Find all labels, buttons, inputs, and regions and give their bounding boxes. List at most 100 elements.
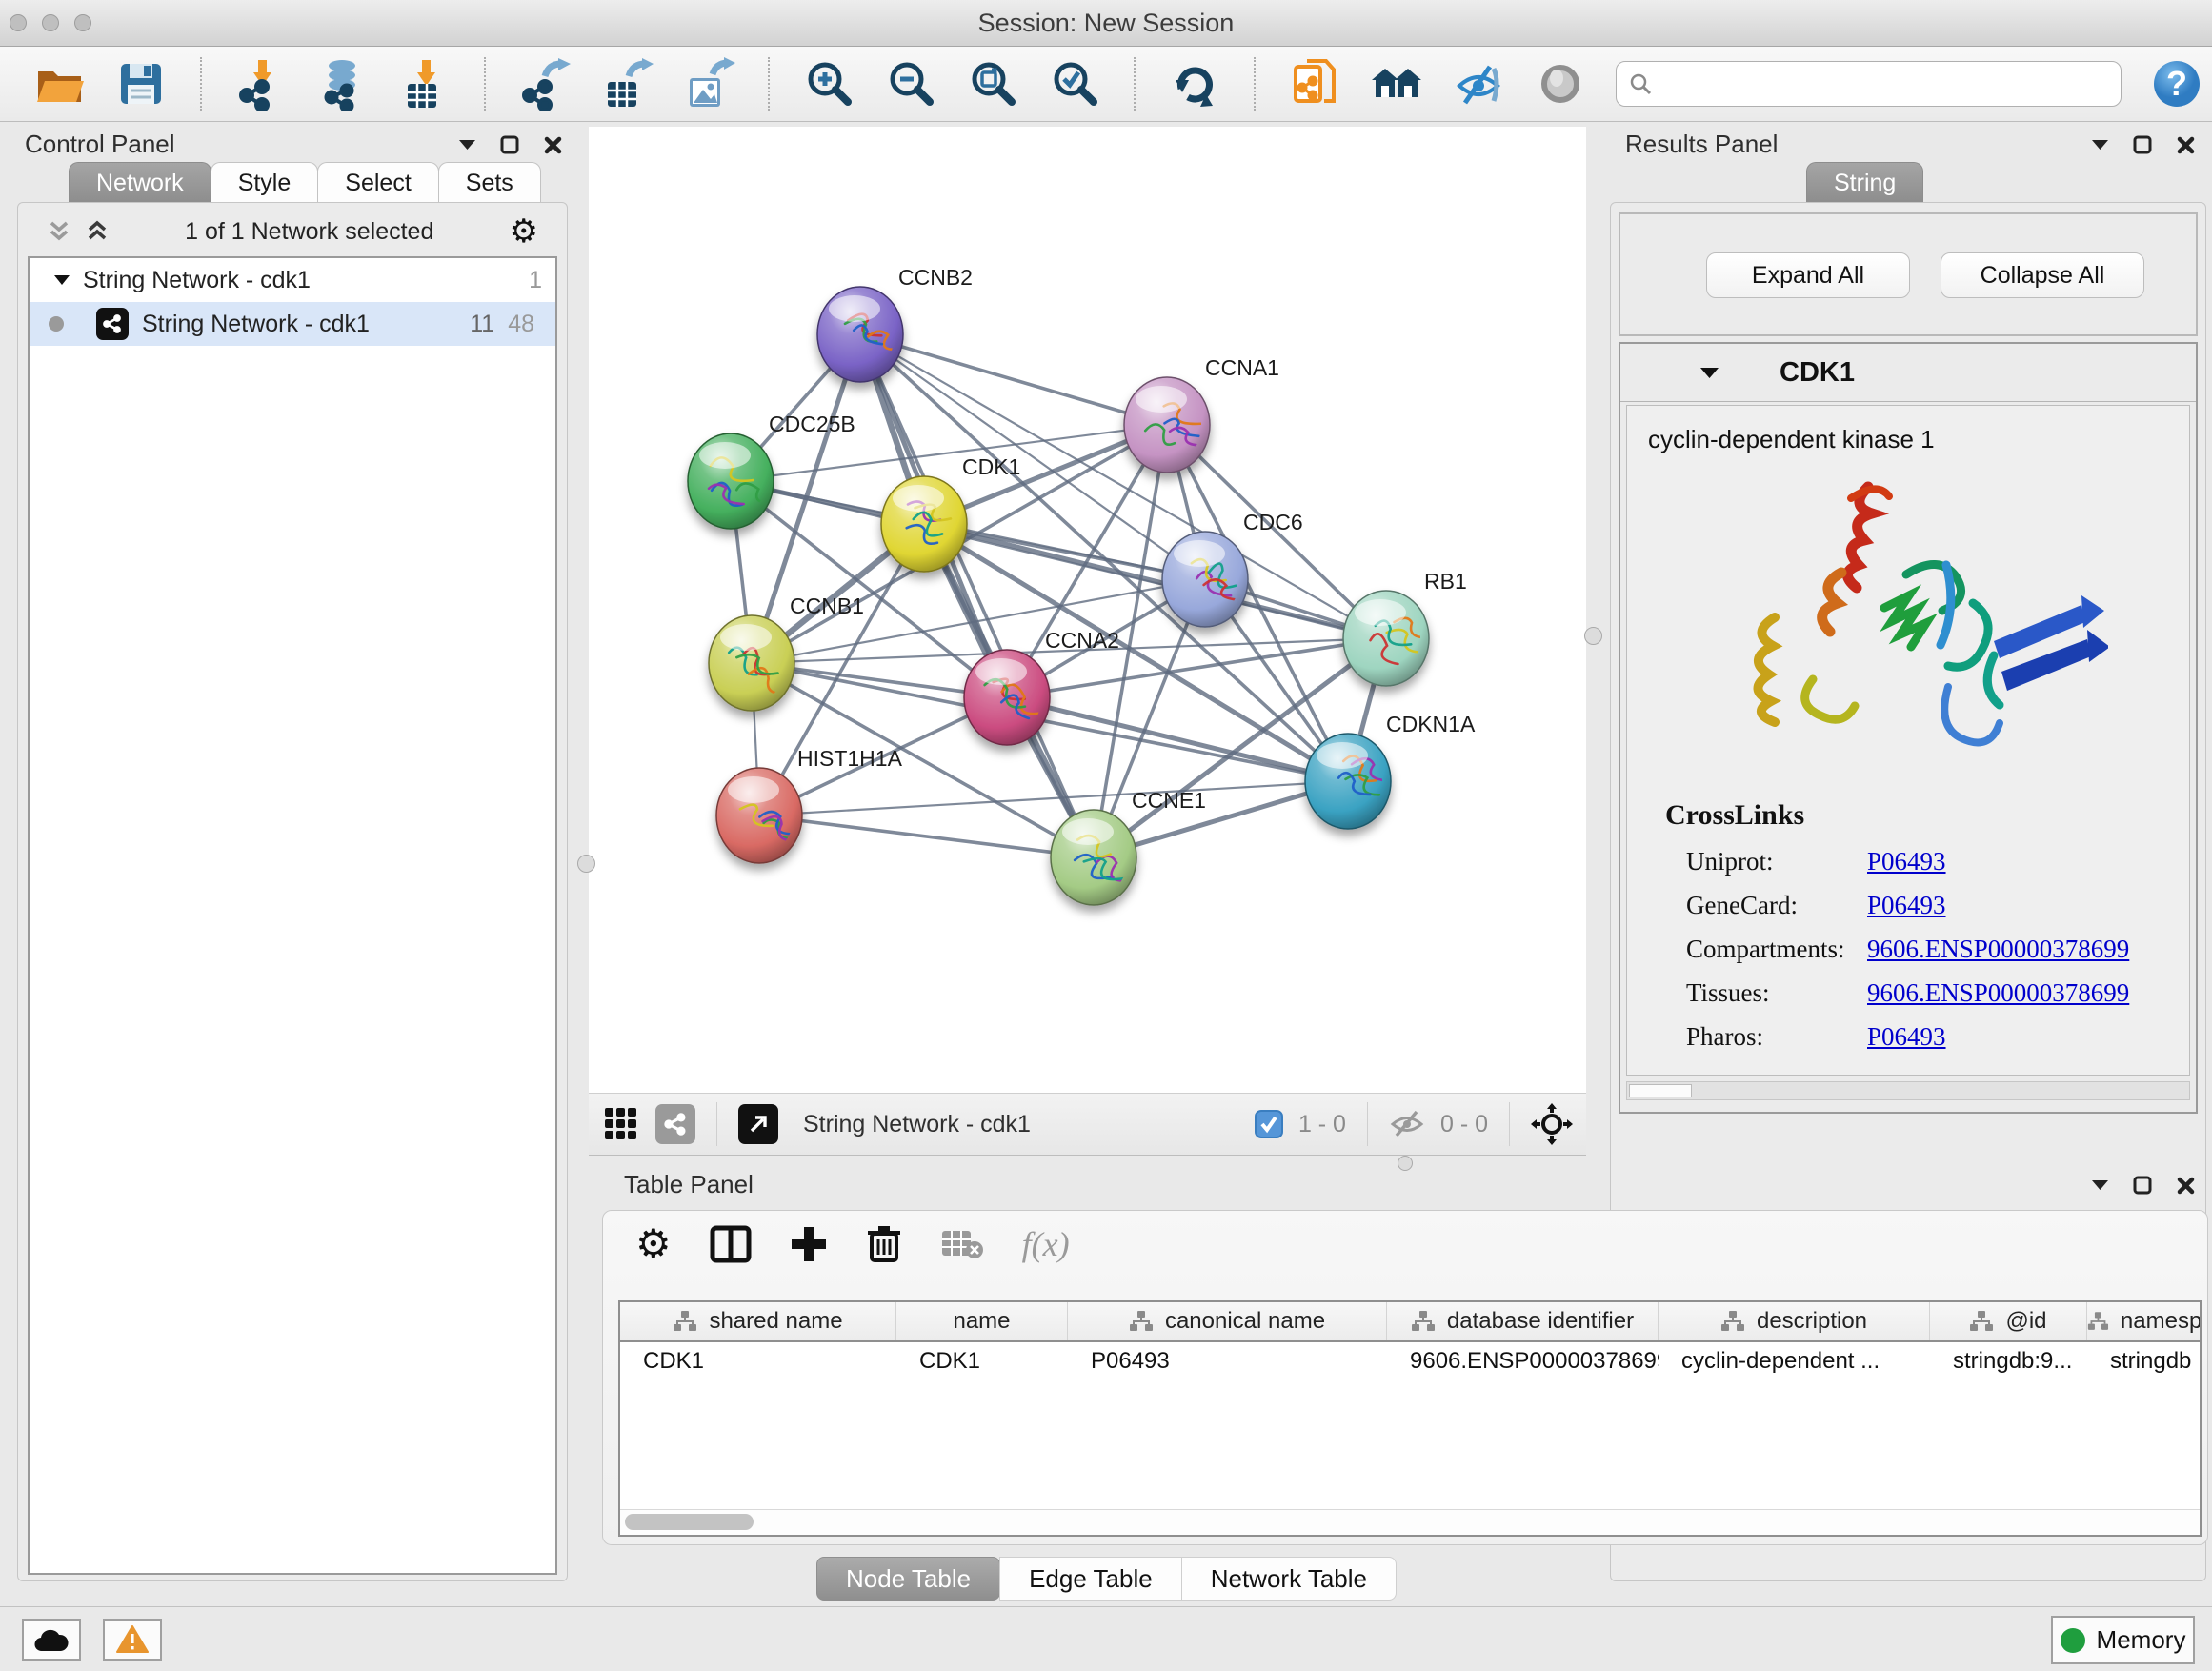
column-header-shared-name[interactable]: shared name [620,1302,896,1340]
toolbar-search-field[interactable] [1616,61,2122,107]
add-column-icon[interactable] [790,1225,828,1263]
tab-edge-table[interactable]: Edge Table [999,1557,1182,1601]
tab-select[interactable]: Select [317,162,438,203]
network-canvas[interactable]: CCNB2CCNA1CDC25BCDK1CDC6RB1CCNB1CCNA2CDK… [589,127,1586,1093]
import-network-file-icon[interactable] [234,57,288,111]
import-network-database-icon[interactable] [316,57,370,111]
save-session-icon[interactable] [114,57,168,111]
right-splitter-handle[interactable] [1584,627,1602,645]
export-network-icon[interactable] [518,57,572,111]
expand-all-button[interactable]: Expand All [1706,252,1910,298]
zoom-out-icon[interactable] [884,57,937,111]
zoom-selected-icon[interactable] [1048,57,1101,111]
network-row-selected[interactable]: String Network - cdk1 11 48 [30,302,555,346]
column-header-namespace[interactable]: namespace [2087,1302,2202,1340]
fit-selected-crosshair-icon[interactable] [1531,1103,1573,1145]
tab-network[interactable]: Network [69,162,211,203]
crosslink-link[interactable]: P06493 [1867,891,1946,920]
table-cell[interactable]: 9606.ENSP00000378699 [1387,1342,1659,1380]
hide-graphics-eye-icon[interactable] [1452,57,1505,111]
column-header-database-identifier[interactable]: database identifier [1387,1302,1659,1340]
string-home-icon[interactable] [1370,57,1423,111]
delete-trash-icon[interactable] [866,1224,902,1264]
string-view-icon[interactable] [655,1104,695,1144]
export-table-icon[interactable] [600,57,654,111]
table-cell[interactable]: cyclin-dependent ... [1659,1342,1930,1380]
table-cell[interactable]: stringdb [2087,1342,2202,1380]
crosslink-link[interactable]: 9606.ENSP00000378699 [1867,935,2129,964]
crosslink-link[interactable]: 9606.ENSP00000378699 [1867,978,2129,1008]
node-table[interactable]: shared namenamecanonical namedatabase id… [618,1300,2202,1537]
tab-sets[interactable]: Sets [438,162,541,203]
grid-view-icon[interactable] [602,1105,640,1143]
import-table-file-icon[interactable] [398,57,452,111]
delete-table-icon[interactable] [940,1227,984,1261]
results-horizontal-scrollbar[interactable] [1626,1081,2190,1100]
hidden-eye-slash-icon[interactable] [1389,1110,1425,1138]
table-row[interactable]: CDK1CDK1P064939606.ENSP00000378699cyclin… [620,1342,2200,1380]
warning-button[interactable] [103,1619,162,1661]
close-panel-icon[interactable] [544,136,562,154]
table-horizontal-scrollbar[interactable] [620,1509,2200,1535]
show-columns-icon[interactable] [710,1225,752,1263]
close-panel-icon[interactable] [2177,136,2195,154]
crosslink-link[interactable]: P06493 [1867,847,1946,876]
network-collection-row[interactable]: String Network - cdk1 1 [30,258,555,302]
float-panel-icon[interactable] [2092,1179,2108,1191]
gear-icon[interactable]: ⚙ [510,212,538,251]
expand-all-icon[interactable] [85,219,110,244]
gear-icon[interactable]: ⚙ [635,1225,672,1263]
tab-node-table[interactable]: Node Table [816,1557,1000,1601]
section-collapse-icon[interactable] [1700,367,1719,379]
refresh-icon[interactable] [1168,57,1221,111]
selected-checkbox-icon[interactable] [1255,1110,1283,1138]
collection-count: 1 [529,267,542,294]
zoom-in-icon[interactable] [802,57,855,111]
tab-string[interactable]: String [1806,162,1923,203]
open-session-icon[interactable] [32,57,86,111]
share-file-icon[interactable] [1288,57,1341,111]
maximize-panel-icon[interactable] [2133,1176,2152,1195]
tab-style[interactable]: Style [211,162,319,203]
function-builder-icon[interactable]: f(x) [1022,1224,1070,1264]
left-splitter-handle[interactable] [577,855,595,873]
float-panel-icon[interactable] [459,139,475,151]
float-panel-icon[interactable] [2092,139,2108,151]
maximize-panel-icon[interactable] [2133,135,2152,154]
network-graph[interactable]: CCNB2CCNA1CDC25BCDK1CDC6RB1CCNB1CCNA2CDK… [589,127,1586,1093]
column-header-canonical-name[interactable]: canonical name [1068,1302,1387,1340]
crosslink-label: Pharos: [1686,1022,1867,1052]
gene-section-header[interactable]: CDK1 [1620,344,2196,402]
network-node-ccna2 [964,650,1050,745]
column-header-description[interactable]: description [1659,1302,1930,1340]
table-cell[interactable]: P06493 [1068,1342,1387,1380]
crosslink-row: Pharos:P06493 [1627,1015,2189,1058]
memory-button[interactable]: Memory [2051,1616,2195,1664]
table-cell[interactable]: CDK1 [896,1342,1068,1380]
zoom-fit-icon[interactable] [966,57,1019,111]
column-header-name[interactable]: name [896,1302,1068,1340]
collapse-all-icon[interactable] [47,219,71,244]
scrollbar-thumb[interactable] [625,1514,754,1530]
cloud-button[interactable] [22,1619,81,1661]
network-node-hist1h1a [716,768,802,863]
help-icon[interactable]: ? [2150,57,2203,111]
bottom-splitter-handle[interactable] [1398,1156,1413,1171]
network-view-toolbar: String Network - cdk1 1 - 0 0 - 0 [589,1093,1586,1156]
svg-text:?: ? [2166,64,2187,103]
export-image-icon[interactable] [682,57,735,111]
close-panel-icon[interactable] [2177,1177,2195,1195]
table-cell[interactable]: CDK1 [620,1342,896,1380]
crosslink-link[interactable]: P06493 [1867,1022,1946,1052]
tree-expand-icon[interactable] [54,275,70,286]
control-panel-body: 1 of 1 Network selected ⚙ String Network… [17,202,568,1581]
tab-network-table[interactable]: Network Table [1181,1557,1397,1601]
open-in-new-window-icon[interactable] [738,1104,778,1144]
search-input[interactable] [1660,70,2109,98]
column-header--id[interactable]: @id [1930,1302,2087,1340]
maximize-panel-icon[interactable] [500,135,519,154]
show-graphics-eye-icon[interactable] [1534,57,1587,111]
column-network-icon [1129,1310,1154,1333]
collapse-all-button[interactable]: Collapse All [1941,252,2144,298]
table-cell[interactable]: stringdb:9... [1930,1342,2087,1380]
